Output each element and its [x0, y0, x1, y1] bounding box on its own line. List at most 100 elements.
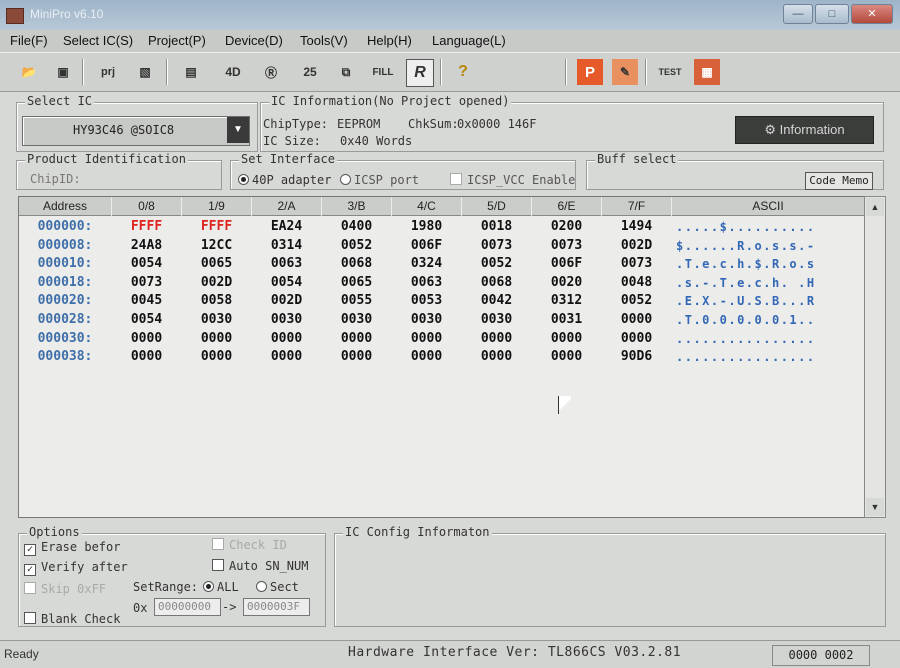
hex-cell[interactable]: 0312 — [532, 292, 601, 310]
hex-cell[interactable]: 0068 — [462, 274, 531, 292]
adapter-40p-radio[interactable]: 40P adapter — [238, 173, 331, 187]
chip-icon[interactable]: ▤ — [178, 59, 204, 85]
save-icon[interactable]: ▣ — [50, 59, 76, 85]
hex-cell[interactable]: EA24 — [252, 218, 321, 236]
hex-cell[interactable]: 0068 — [322, 255, 391, 273]
ascii-cell[interactable]: .s.-.T.e.c.h. .H — [676, 274, 862, 292]
hex-cell[interactable]: 0000 — [322, 348, 391, 366]
ascii-cell[interactable]: .T.e.c.h.$.R.o.s — [676, 255, 862, 273]
hex-cell[interactable]: 006F — [392, 237, 461, 255]
hex-cell[interactable]: FFFF — [182, 218, 251, 236]
computer-icon[interactable]: ▧ — [132, 59, 158, 85]
hex-cell[interactable]: 0000 — [462, 348, 531, 366]
hex-cell[interactable]: 90D6 — [602, 348, 671, 366]
check-id-checkbox[interactable]: Check ID — [212, 538, 287, 552]
hex-cell[interactable]: 0063 — [252, 255, 321, 273]
hex-cell[interactable]: 002D — [602, 237, 671, 255]
copy-icon[interactable]: ⧉ — [333, 59, 359, 85]
icsp-vcc-checkbox[interactable]: ICSP_VCC Enable — [450, 173, 575, 187]
hex-cell[interactable]: 002D — [182, 274, 251, 292]
menu-file[interactable]: File(F) — [10, 33, 48, 48]
blank-check-checkbox[interactable]: Blank Check — [24, 612, 120, 626]
hex-cell[interactable]: 0000 — [112, 330, 181, 348]
scroll-down-icon[interactable]: ▼ — [866, 498, 884, 516]
hex-cell[interactable]: 0073 — [462, 237, 531, 255]
menu-help[interactable]: Help(H) — [367, 33, 412, 48]
menu-project[interactable]: Project(P) — [148, 33, 206, 48]
hex-cell[interactable]: 0000 — [252, 330, 321, 348]
ascii-cell[interactable]: .....$.......... — [676, 218, 862, 236]
hex-cell[interactable]: 0073 — [602, 255, 671, 273]
hex-cell[interactable]: 0054 — [112, 311, 181, 329]
hex-cell[interactable]: 006F — [532, 255, 601, 273]
ascii-cell[interactable]: .T.0.0.0.0.0.1.. — [676, 311, 862, 329]
hex-cell[interactable]: 002D — [252, 292, 321, 310]
hex-cell[interactable]: 0073 — [112, 274, 181, 292]
code-memo-tab[interactable]: Code Memo — [805, 172, 873, 190]
chevron-down-icon[interactable]: ▼ — [227, 117, 249, 143]
hex-cell[interactable]: 0052 — [602, 292, 671, 310]
hex-cell[interactable]: 0000 — [462, 330, 531, 348]
hex-cell[interactable]: 0054 — [252, 274, 321, 292]
hex-cell[interactable]: 0000 — [112, 348, 181, 366]
erase-before-checkbox[interactable]: ✓ Erase befor — [24, 540, 120, 556]
hex-cell[interactable]: 1980 — [392, 218, 461, 236]
fill-icon[interactable]: FILL — [368, 59, 398, 85]
hex-cell[interactable]: 0200 — [532, 218, 601, 236]
hex-cell[interactable]: 1494 — [602, 218, 671, 236]
ascii-cell[interactable]: ................ — [676, 348, 862, 366]
hex-cell[interactable]: 0324 — [392, 255, 461, 273]
hex-cell[interactable]: 0000 — [602, 311, 671, 329]
range-to-input[interactable]: 0000003F — [243, 598, 310, 616]
menu-tools[interactable]: Tools(V) — [300, 33, 348, 48]
hex-cell[interactable]: 0030 — [182, 311, 251, 329]
hex-cell[interactable]: 0073 — [532, 237, 601, 255]
hex-cell[interactable]: 12CC — [182, 237, 251, 255]
hex-cell[interactable]: 0054 — [112, 255, 181, 273]
verify-after-checkbox[interactable]: ✓ Verify after — [24, 560, 128, 576]
ic-select-combo[interactable]: HY93C46 @SOIC8 ▼ — [22, 116, 250, 146]
hex-cell[interactable]: 0030 — [462, 311, 531, 329]
hex-cell[interactable]: 0065 — [182, 255, 251, 273]
hex-cell[interactable]: 24A8 — [112, 237, 181, 255]
4d-icon[interactable]: 4D — [220, 59, 246, 85]
program-icon[interactable]: P — [577, 59, 603, 85]
hex-cell[interactable]: FFFF — [112, 218, 181, 236]
hex-cell[interactable]: 0000 — [322, 330, 391, 348]
hex-cell[interactable]: 0400 — [322, 218, 391, 236]
icsp-port-radio[interactable]: ICSP port — [340, 173, 419, 187]
menu-select-ic[interactable]: Select IC(S) — [63, 33, 133, 48]
hex-cell[interactable]: 0000 — [602, 330, 671, 348]
scroll-up-icon[interactable]: ▲ — [866, 198, 884, 216]
hex-cell[interactable]: 0058 — [182, 292, 251, 310]
auto-sn-checkbox[interactable]: Auto SN_NUM — [212, 559, 308, 573]
hex-cell[interactable]: 0042 — [462, 292, 531, 310]
project-icon[interactable]: prj — [95, 59, 121, 85]
ascii-cell[interactable]: $......R.o.s.s.- — [676, 237, 862, 255]
range-from-input[interactable]: 00000000 — [154, 598, 221, 616]
range-all-radio[interactable]: ALL — [203, 580, 239, 594]
information-button[interactable]: ⚙ Information — [735, 116, 874, 144]
hex-cell[interactable]: 0000 — [252, 348, 321, 366]
hex-cell[interactable]: 0020 — [532, 274, 601, 292]
minimize-button[interactable]: — — [783, 4, 813, 24]
hex-cell[interactable]: 0030 — [322, 311, 391, 329]
range-sect-radio[interactable]: Sect — [256, 580, 299, 594]
vertical-scrollbar[interactable]: ▲ ▼ — [864, 196, 886, 518]
help-icon[interactable]: ? — [450, 59, 476, 85]
open-icon[interactable]: 📂 — [16, 59, 42, 85]
menu-device[interactable]: Device(D) — [225, 33, 283, 48]
menu-language[interactable]: Language(L) — [432, 33, 506, 48]
hex-cell[interactable]: 0045 — [112, 292, 181, 310]
chip-test-icon[interactable]: ▦ — [694, 59, 720, 85]
close-button[interactable]: ✕ — [851, 4, 893, 24]
hex-cell[interactable]: 0048 — [602, 274, 671, 292]
hex-cell[interactable]: 0000 — [182, 330, 251, 348]
edit-icon[interactable]: ✎ — [612, 59, 638, 85]
hex-cell[interactable]: 0000 — [392, 330, 461, 348]
hex-cell[interactable]: 0052 — [462, 255, 531, 273]
hex-cell[interactable]: 0314 — [252, 237, 321, 255]
hex-cell[interactable]: 0055 — [322, 292, 391, 310]
hex-cell[interactable]: 0030 — [392, 311, 461, 329]
f-icon[interactable]: Ⓡ — [258, 59, 284, 85]
